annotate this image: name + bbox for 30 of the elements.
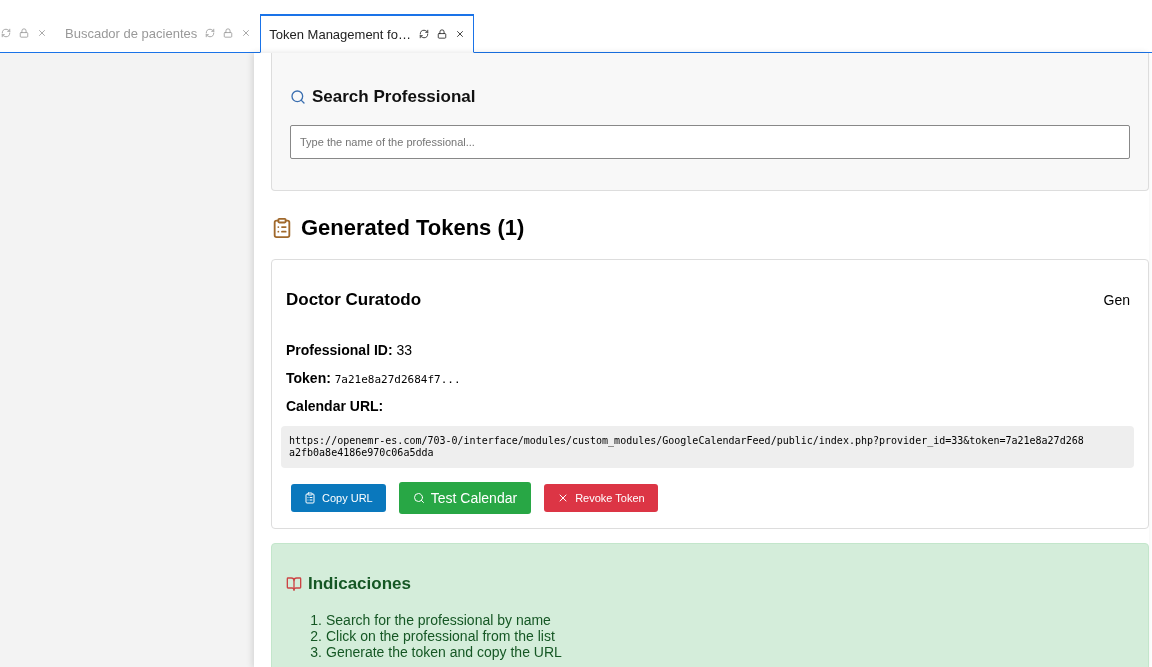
search-field[interactable]: Type the name of the professional... [290, 125, 1130, 159]
lock-icon [223, 28, 234, 38]
refresh-icon[interactable] [418, 29, 429, 39]
instruction-step: Click on the professional from the list [326, 628, 555, 644]
instruction-step: Generate the token and copy the URL [326, 644, 562, 660]
professional-name: Doctor Curatodo [286, 290, 422, 310]
generated-text: Gen [1103, 292, 1131, 308]
section-title: Generated Tokens (1) [271, 215, 1149, 241]
calendar-url-label: Calendar URL: [286, 398, 385, 414]
step-number: 3. [309, 644, 322, 660]
search-icon [412, 492, 425, 504]
close-icon[interactable] [454, 29, 465, 39]
token-text: Token: 7a21e8a27d2684f7... [286, 370, 462, 386]
revoke-button[interactable]: Revoke Token [544, 484, 658, 512]
professional-id-text: Professional ID: 33 [286, 342, 414, 358]
section-title: Indicaciones [286, 574, 1134, 594]
search-icon [290, 89, 306, 105]
section-title: Search Professional [290, 87, 1130, 107]
clipboard-icon [304, 492, 316, 504]
tab[interactable]: Token Management fo… [260, 14, 474, 53]
step-number: 1. [309, 612, 322, 628]
clipboard-icon [271, 217, 293, 239]
lock-icon [19, 28, 29, 38]
test-button[interactable]: Test Calendar [398, 482, 532, 514]
step-number: 2. [309, 628, 322, 644]
copy-button[interactable]: Copy URL [291, 484, 386, 512]
instruction-step: Search for the professional by name [326, 612, 551, 628]
calendar-url: https://openemr-es.com/703-0/interface/modules/custom_modules/GoogleCalendarFeed/public/index.php?provider_id=33&token=7a21e8a27d268 a2fb0a8e4186e970c06a5dda [281, 426, 1134, 468]
book-icon [286, 576, 302, 592]
lock-icon [436, 29, 447, 39]
